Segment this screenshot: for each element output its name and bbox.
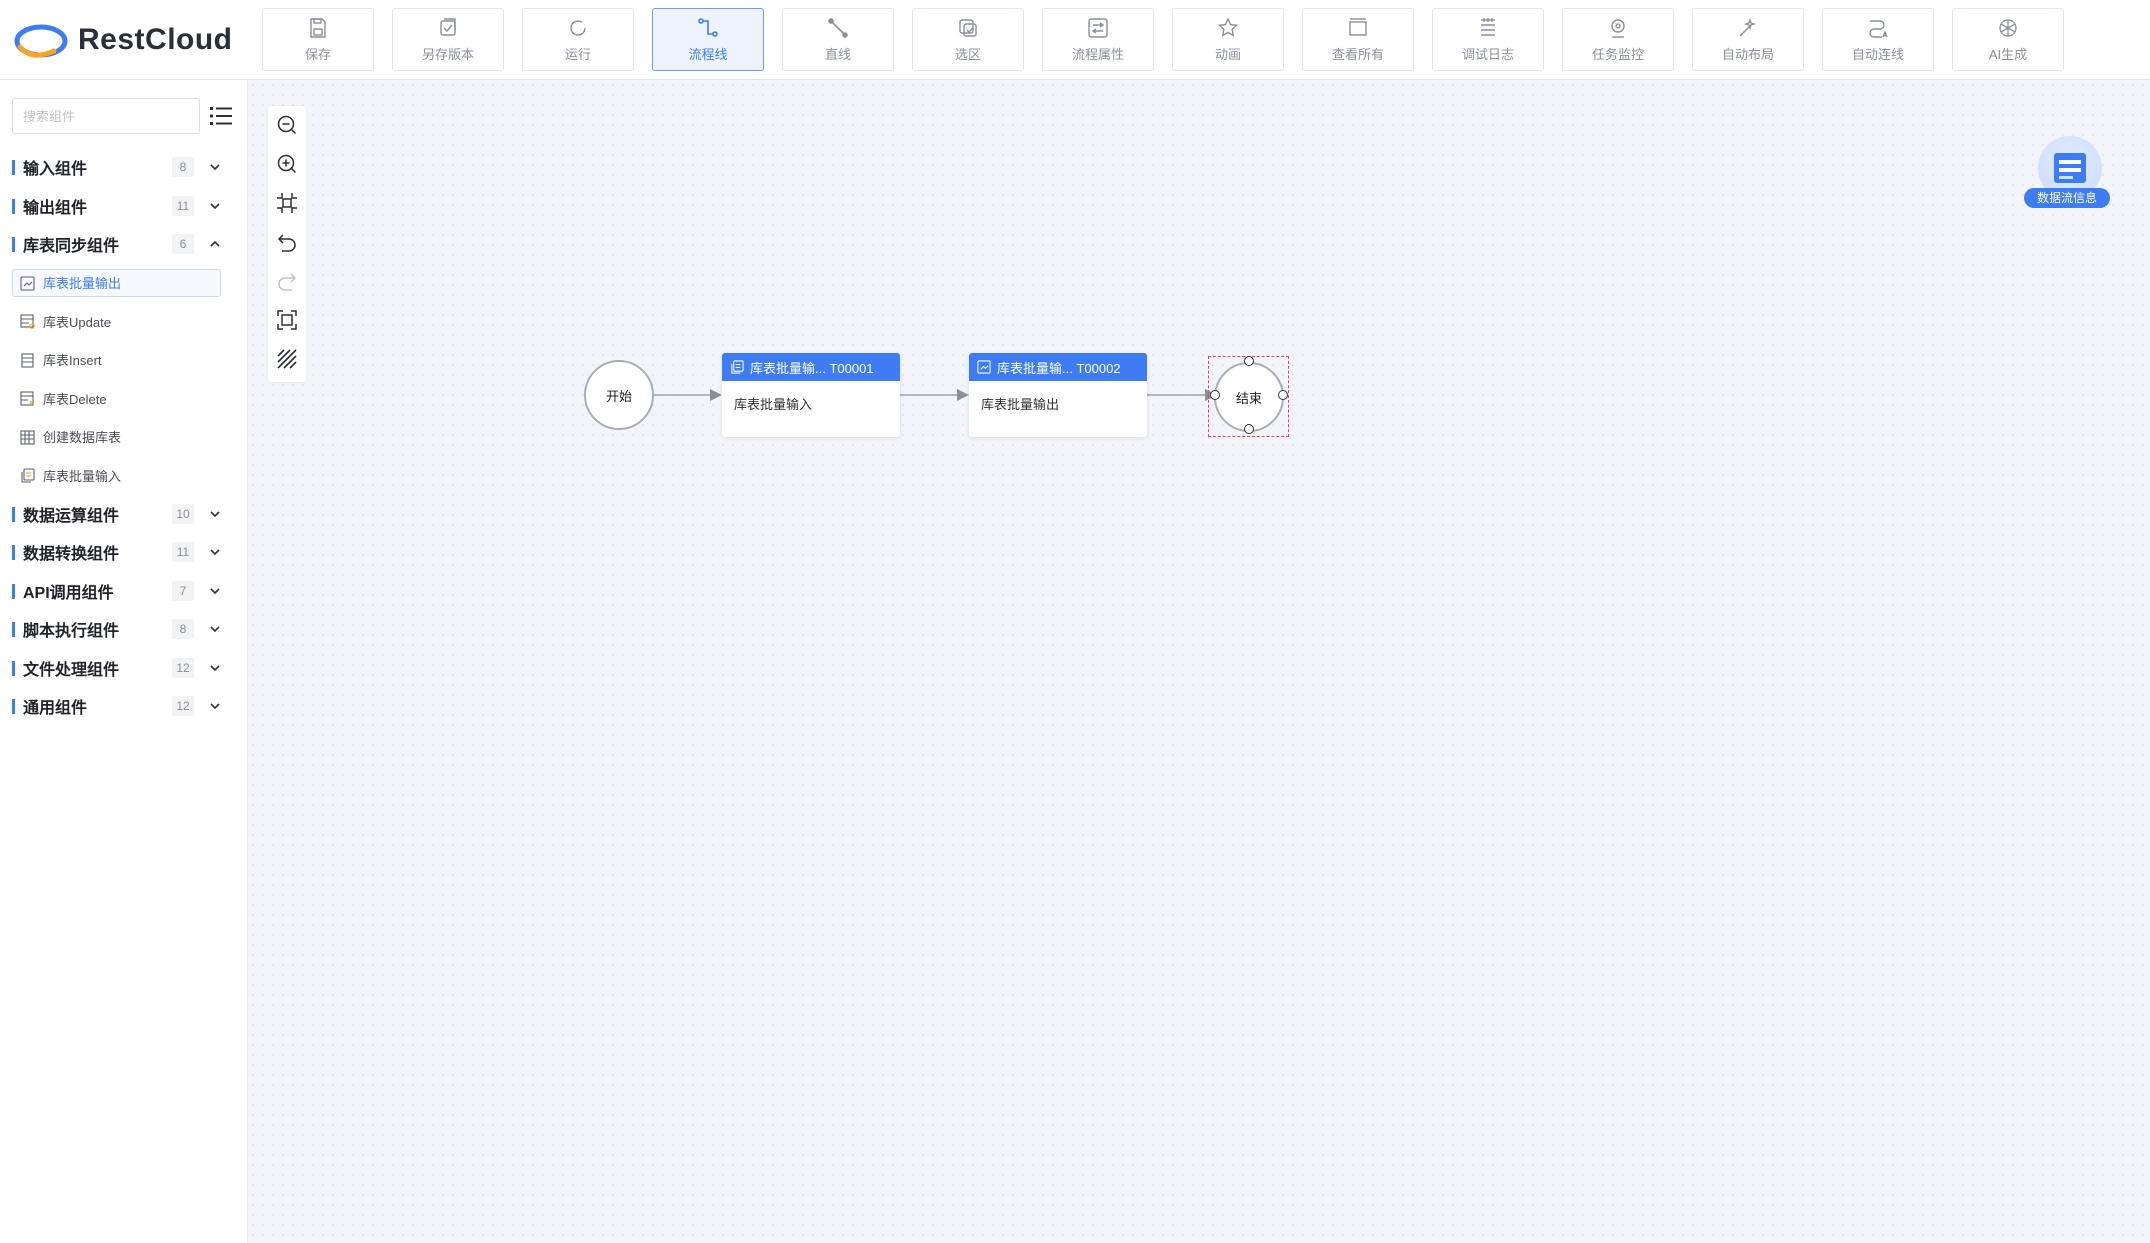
create-table-icon <box>20 429 35 445</box>
count-badge: 12 <box>172 657 194 678</box>
table-delete-icon <box>20 391 34 406</box>
count-badge: 12 <box>172 696 194 716</box>
count-badge: 6 <box>172 234 194 254</box>
chevron-down-icon <box>210 510 220 517</box>
count-badge: 8 <box>172 157 194 177</box>
end-node-handle-top[interactable] <box>1244 356 1254 366</box>
chevron-down-icon <box>210 202 220 209</box>
view-all-icon <box>1349 18 1367 36</box>
animation-button[interactable]: 动画 <box>1172 8 1284 71</box>
debug-log-button[interactable]: 调试日志 <box>1432 8 1544 71</box>
count-badge: 11 <box>172 195 194 216</box>
chevron-up-icon <box>210 240 220 247</box>
view-all-button[interactable]: 查看所有 <box>1302 8 1414 71</box>
straight-line-icon <box>828 18 848 38</box>
search-box <box>12 98 200 134</box>
selection-button[interactable]: 选区 <box>912 8 1024 71</box>
task-monitor-button[interactable]: 任务监控 <box>1562 8 1674 71</box>
cloud-logo-icon <box>14 24 68 58</box>
category-input[interactable]: 输入组件 8 <box>0 148 248 187</box>
save-button[interactable]: 保存 <box>262 8 374 71</box>
table-output-icon <box>20 275 35 291</box>
toolbar-buttons: 保存 另存版本 运行 流程线 直线 选区 流程属性 动画 查看所有 调试日志 任… <box>262 8 2064 71</box>
category-api-call[interactable]: API调用组件 7 <box>0 572 248 611</box>
flow-line-icon <box>698 18 718 37</box>
auto-connect-button[interactable]: 自动连线 <box>1822 8 1934 71</box>
save-version-icon <box>440 18 456 36</box>
component-item-delete[interactable]: 库表Delete <box>0 379 248 418</box>
table-insert-icon <box>21 352 34 368</box>
component-item-update[interactable]: 库表Update <box>0 302 248 341</box>
count-badge: 10 <box>172 503 194 524</box>
flow-line-button[interactable]: 流程线 <box>652 8 764 71</box>
category-output[interactable]: 输出组件 11 <box>0 187 248 226</box>
chevron-down-icon <box>210 664 220 671</box>
ai-generate-button[interactable]: AI生成 <box>1952 8 2064 71</box>
top-toolbar: RestCloud 保存 另存版本 运行 流程线 直线 选区 流程属性 动画 查… <box>0 0 2150 80</box>
node-header: 库表批量输... T00001 <box>722 353 900 381</box>
animation-icon <box>1217 17 1239 37</box>
category-list: 输入组件 8 输出组件 11 库表同步组件 6 库表批量输出 库表Update … <box>0 148 248 726</box>
chevron-down-icon <box>210 703 220 710</box>
component-item-insert[interactable]: 库表Insert <box>0 341 248 380</box>
category-data-compute[interactable]: 数据运算组件 10 <box>0 495 248 534</box>
category-table-sync[interactable]: 库表同步组件 6 <box>0 225 248 264</box>
category-general[interactable]: 通用组件 12 <box>0 687 248 726</box>
flow-properties-button[interactable]: 流程属性 <box>1042 8 1154 71</box>
save-icon <box>310 18 326 38</box>
debug-log-icon <box>1481 18 1495 36</box>
table-update-icon <box>20 314 35 329</box>
end-node-handle-right[interactable] <box>1278 390 1288 400</box>
logo-text: RestCloud <box>78 23 233 56</box>
chevron-down-icon <box>210 164 220 171</box>
search-input[interactable] <box>23 108 199 124</box>
properties-icon <box>1088 18 1108 38</box>
straight-line-button[interactable]: 直线 <box>782 8 894 71</box>
logo: RestCloud <box>14 18 233 62</box>
chevron-down-icon <box>210 549 220 556</box>
ai-icon <box>1999 19 2017 37</box>
count-badge: 11 <box>172 542 194 562</box>
chevron-down-icon <box>210 587 220 594</box>
end-node-handle-bottom[interactable] <box>1244 424 1254 434</box>
chevron-down-icon <box>210 626 220 633</box>
table-input-icon <box>731 360 744 374</box>
auto-layout-button[interactable]: 自动布局 <box>1692 8 1804 71</box>
component-item-batch-input[interactable]: 库表批量输入 <box>0 456 248 495</box>
run-icon <box>570 20 586 36</box>
save-version-button[interactable]: 另存版本 <box>392 8 504 71</box>
start-node[interactable]: 开始 <box>584 360 654 430</box>
table-input-icon <box>21 468 35 483</box>
auto-layout-icon <box>1739 17 1757 37</box>
category-data-transform[interactable]: 数据转换组件 11 <box>0 533 248 572</box>
count-badge: 8 <box>172 619 194 639</box>
count-badge: 7 <box>172 580 194 601</box>
flow-connectors <box>652 389 1217 401</box>
flow-canvas[interactable]: 数据流信息 开始 库表批量输... T00001 库表批量输入 库表批量输...… <box>248 80 2150 1243</box>
monitor-icon <box>1611 19 1625 38</box>
run-button[interactable]: 运行 <box>522 8 634 71</box>
list-view-icon[interactable] <box>210 106 232 126</box>
component-sidebar: 输入组件 8 输出组件 11 库表同步组件 6 库表批量输出 库表Update … <box>0 80 248 1243</box>
selection-icon <box>959 19 977 37</box>
component-item-create-table[interactable]: 创建数据库表 <box>0 418 248 457</box>
table-output-icon <box>977 360 991 374</box>
auto-connect-icon <box>1869 20 1888 38</box>
flow-node-t00001[interactable]: 库表批量输... T00001 库表批量输入 <box>722 353 900 437</box>
category-file[interactable]: 文件处理组件 12 <box>0 649 248 688</box>
end-node-handle-left[interactable] <box>1210 390 1220 400</box>
flow-node-t00002[interactable]: 库表批量输... T00002 库表批量输出 <box>969 353 1147 437</box>
node-header: 库表批量输... T00002 <box>969 353 1147 381</box>
component-item-batch-output[interactable]: 库表批量输出 <box>0 264 248 303</box>
end-node[interactable]: 结束 <box>1214 362 1284 432</box>
category-script[interactable]: 脚本执行组件 8 <box>0 610 248 649</box>
